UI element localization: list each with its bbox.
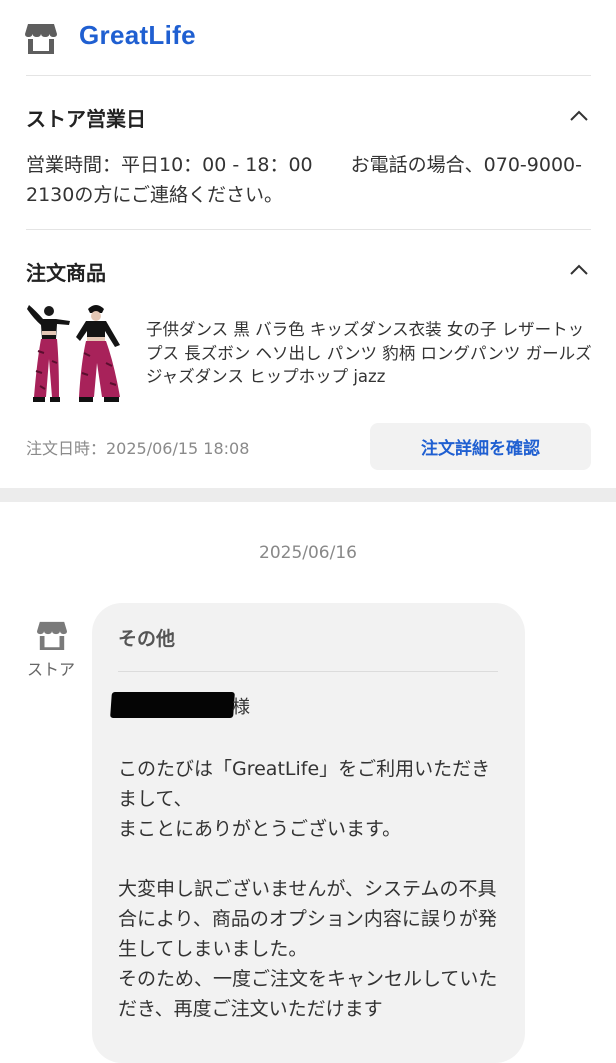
- message-greeting: まことにありがとうございます。: [118, 818, 402, 840]
- redacted-name: [110, 692, 235, 718]
- order-date: 注文日時：2025/06/15 18:08: [26, 439, 250, 458]
- order-detail-button[interactable]: 注文詳細を確認: [370, 423, 591, 470]
- message-text: 大変申し訳ございませんが、システムの不具合により、商品のオプション内容に誤りが発…: [118, 878, 497, 960]
- order-title: 注文商品: [26, 261, 106, 285]
- store-icon: [37, 621, 67, 650]
- divider: [118, 671, 498, 672]
- message-body: このたびは「GreatLife」をご利用いただきまして、 まことにありがとうござ…: [118, 754, 503, 1024]
- chevron-up-icon[interactable]: [568, 259, 590, 281]
- chevron-up-icon[interactable]: [568, 105, 590, 127]
- store-hours-text: 営業時間：平日10：00 - 18：00 お電話の場合、070-9000-213…: [26, 154, 582, 206]
- store-name[interactable]: GreatLife: [79, 20, 196, 51]
- section-separator: [0, 488, 616, 502]
- message-text: そのため、一度ご注文をキャンセルしていただき、再度ご注文いただけます: [118, 968, 498, 1020]
- store-hours-title: ストア営業日: [26, 107, 146, 131]
- divider: [26, 229, 591, 230]
- store-header: GreatLife: [0, 0, 616, 76]
- product-image[interactable]: [26, 301, 126, 405]
- store-icon: [25, 24, 57, 54]
- message-greeting: このたびは「GreatLife」をご利用いただきまして、: [118, 758, 491, 810]
- chat-date: 2025/06/16: [259, 543, 357, 563]
- message-category: その他: [118, 628, 176, 650]
- product-name[interactable]: 子供ダンス 黒 バラ色 キッズダンス衣装 女の子 レザートップス 長ズボン ヘソ…: [146, 318, 592, 389]
- divider: [26, 75, 591, 76]
- name-suffix: 様: [232, 697, 250, 718]
- sender-label: ストア: [27, 660, 76, 679]
